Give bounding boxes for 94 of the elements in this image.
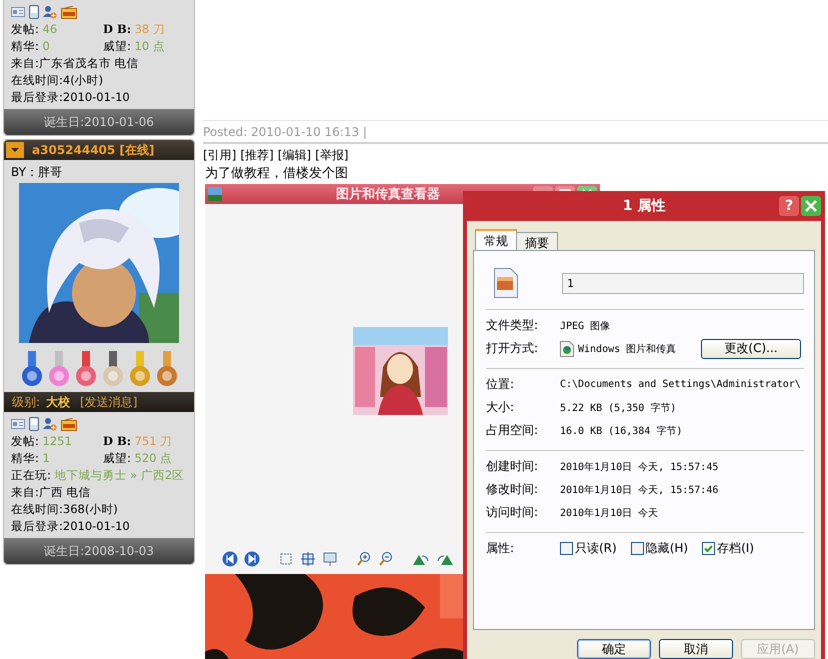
checkbox[interactable] [560, 542, 573, 555]
stat-label: D B: [103, 434, 131, 448]
stat-value: 10 点 [134, 39, 165, 53]
send-message-link[interactable]: [发送消息] [80, 394, 138, 410]
property-value: 16.0 KB (16,384 字节) [560, 424, 682, 438]
playing-label: 正在玩: [11, 468, 51, 482]
next-icon[interactable] [244, 551, 260, 567]
post-action-link[interactable]: [推荐] [240, 147, 274, 164]
profile-info: 来自:广东省茂名市 电信 [11, 55, 140, 72]
close-icon[interactable] [801, 196, 821, 216]
medal-icon [100, 351, 124, 387]
checkbox-label[interactable]: 隐藏(H) [646, 540, 688, 557]
property-value: 2010年1月10日 今天, 15:57:45 [560, 460, 718, 474]
dropdown-icon[interactable] [6, 142, 24, 158]
dialog-button[interactable]: 取消 [659, 639, 733, 659]
medal-icon [20, 351, 44, 387]
checkbox-label[interactable]: 只读(R) [575, 540, 617, 557]
stat-label: 发帖: [11, 434, 39, 448]
add-user-icon[interactable] [43, 5, 57, 19]
profile-info: 在线时间:368(小时) [11, 501, 119, 518]
checkbox[interactable] [630, 542, 644, 555]
property-label: 占用空间: [486, 422, 540, 439]
stat-label: 威望: [103, 451, 131, 465]
window-title: 图片和传真查看器 [336, 186, 440, 203]
stat-value: 751 刀 [134, 434, 172, 448]
medal-icon [154, 351, 178, 387]
property-label: 文件类型: [486, 317, 540, 334]
post-action-link[interactable]: [举报] [315, 147, 348, 164]
profile-card-icon[interactable] [11, 6, 25, 18]
dialog-button[interactable]: 确定 [577, 639, 651, 659]
app-icon [208, 187, 222, 201]
post-text: 为了做教程，借楼发个图 [204, 165, 349, 183]
image-file-icon [494, 268, 518, 298]
tab[interactable]: 常规 [475, 229, 517, 250]
property-label: 打开方式: [486, 340, 540, 357]
stat-value: 1251 [42, 434, 72, 448]
radio-icon[interactable] [61, 6, 77, 18]
medal-icon [46, 351, 70, 387]
stat-label: 精华: [11, 451, 39, 465]
change-button[interactable]: 更改(C)... [701, 338, 801, 358]
phone-icon[interactable] [29, 417, 39, 431]
birthday-bar: 诞生日:2010-01-06 [4, 109, 194, 135]
add-user-icon[interactable] [43, 417, 57, 431]
level-value: 大校 [46, 394, 70, 410]
stat-value: 1 [42, 451, 50, 465]
property-label: 位置: [486, 376, 516, 393]
help-button[interactable]: ? [779, 196, 799, 216]
zoom-out-icon[interactable] [378, 551, 394, 567]
property-value: C:\Documents and Settings\Administrator\ [560, 379, 801, 390]
property-value: 5.22 KB (5,350 字节) [560, 402, 676, 414]
actual-size-icon[interactable] [300, 551, 316, 567]
checkbox[interactable] [702, 542, 716, 555]
stat-label: 精华: [11, 39, 39, 53]
property-value: JPEG 图像 [560, 320, 610, 332]
profile-info: 最后登录:2010-01-10 [11, 518, 131, 535]
stat-value: 46 [42, 22, 58, 36]
fit-icon[interactable] [278, 551, 294, 567]
property-value: 2010年1月10日 今天 [560, 506, 658, 520]
post-date: Posted: 2010-01-10 16:13 | [203, 121, 828, 144]
tab[interactable]: 摘要 [516, 232, 558, 250]
stat-label: 发帖: [11, 22, 39, 36]
radio-icon[interactable] [61, 418, 77, 430]
property-label: 创建时间: [486, 458, 540, 475]
stat-value: 520 点 [134, 451, 172, 465]
viewer-app-icon [560, 340, 574, 356]
profile-info: 最后登录:2010-01-10 [11, 89, 131, 106]
post-action-link[interactable]: [编辑] [278, 147, 312, 164]
previous-icon[interactable] [222, 551, 238, 567]
username-link[interactable]: a305244405 [在线] [32, 142, 154, 158]
stat-value: 38 刀 [134, 22, 165, 36]
profile-info: 在线时间:4(小时) [11, 72, 104, 89]
dialog-title: 1 属性 [622, 197, 666, 215]
property-label: 大小: [486, 399, 516, 416]
phone-icon[interactable] [29, 5, 39, 19]
zoom-in-icon[interactable] [356, 551, 372, 567]
stat-label: 威望: [103, 39, 131, 53]
property-value: Windows 图片和传真 [578, 342, 676, 356]
property-label: 属性: [486, 540, 516, 557]
property-value: 2010年1月10日 今天, 15:57:46 [560, 484, 718, 496]
stat-label: D B: [103, 22, 131, 36]
file-name-field[interactable]: 1 [562, 272, 804, 294]
checkbox-label[interactable]: 存档(I) [717, 540, 754, 557]
user-title: BY：胖哥 [11, 164, 63, 181]
medal-icon [128, 351, 152, 387]
medal-icon [74, 351, 98, 387]
slideshow-icon[interactable] [322, 551, 338, 567]
stat-value: 0 [42, 39, 50, 53]
property-label: 修改时间: [486, 481, 540, 498]
profile-card-icon[interactable] [11, 418, 25, 430]
post-action-link[interactable]: [引用] [203, 147, 236, 164]
property-label: 访问时间: [486, 504, 540, 521]
profile-info: 来自:广西 电信 [11, 484, 92, 501]
birthday-bar: 诞生日:2008-10-03 [4, 538, 194, 564]
level-label: 级别: [12, 394, 40, 410]
